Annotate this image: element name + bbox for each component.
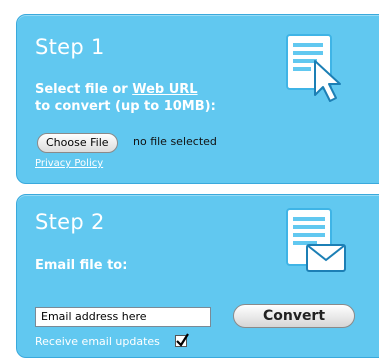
document-envelope-icon	[285, 207, 349, 280]
step1-title: Step 1	[35, 35, 105, 59]
receive-updates-checkbox[interactable]	[175, 333, 189, 347]
web-url-link[interactable]: Web URL	[132, 82, 197, 97]
receive-updates-label: Receive email updates	[35, 335, 160, 348]
no-file-selected-text: no file selected	[133, 135, 217, 148]
select-file-text: Select file or	[35, 82, 133, 97]
convert-limit-text: to convert (up to 10MB):	[35, 99, 216, 114]
checkmark-icon	[176, 333, 189, 347]
step1-panel: Step 1 Select file or Web URL to convert…	[16, 14, 379, 184]
select-file-instruction: Select file or Web URL	[35, 81, 198, 98]
file-select-cursor-icon	[285, 33, 355, 110]
convert-button[interactable]: Convert	[233, 304, 355, 328]
email-input[interactable]: Email address here	[35, 307, 211, 327]
email-file-label: Email file to:	[35, 258, 128, 273]
privacy-policy-link[interactable]: Privacy Policy	[35, 158, 103, 169]
step2-title: Step 2	[35, 210, 105, 234]
step2-panel: Step 2 Email file to: Email address here…	[16, 194, 379, 358]
choose-file-button[interactable]: Choose File	[37, 133, 118, 153]
